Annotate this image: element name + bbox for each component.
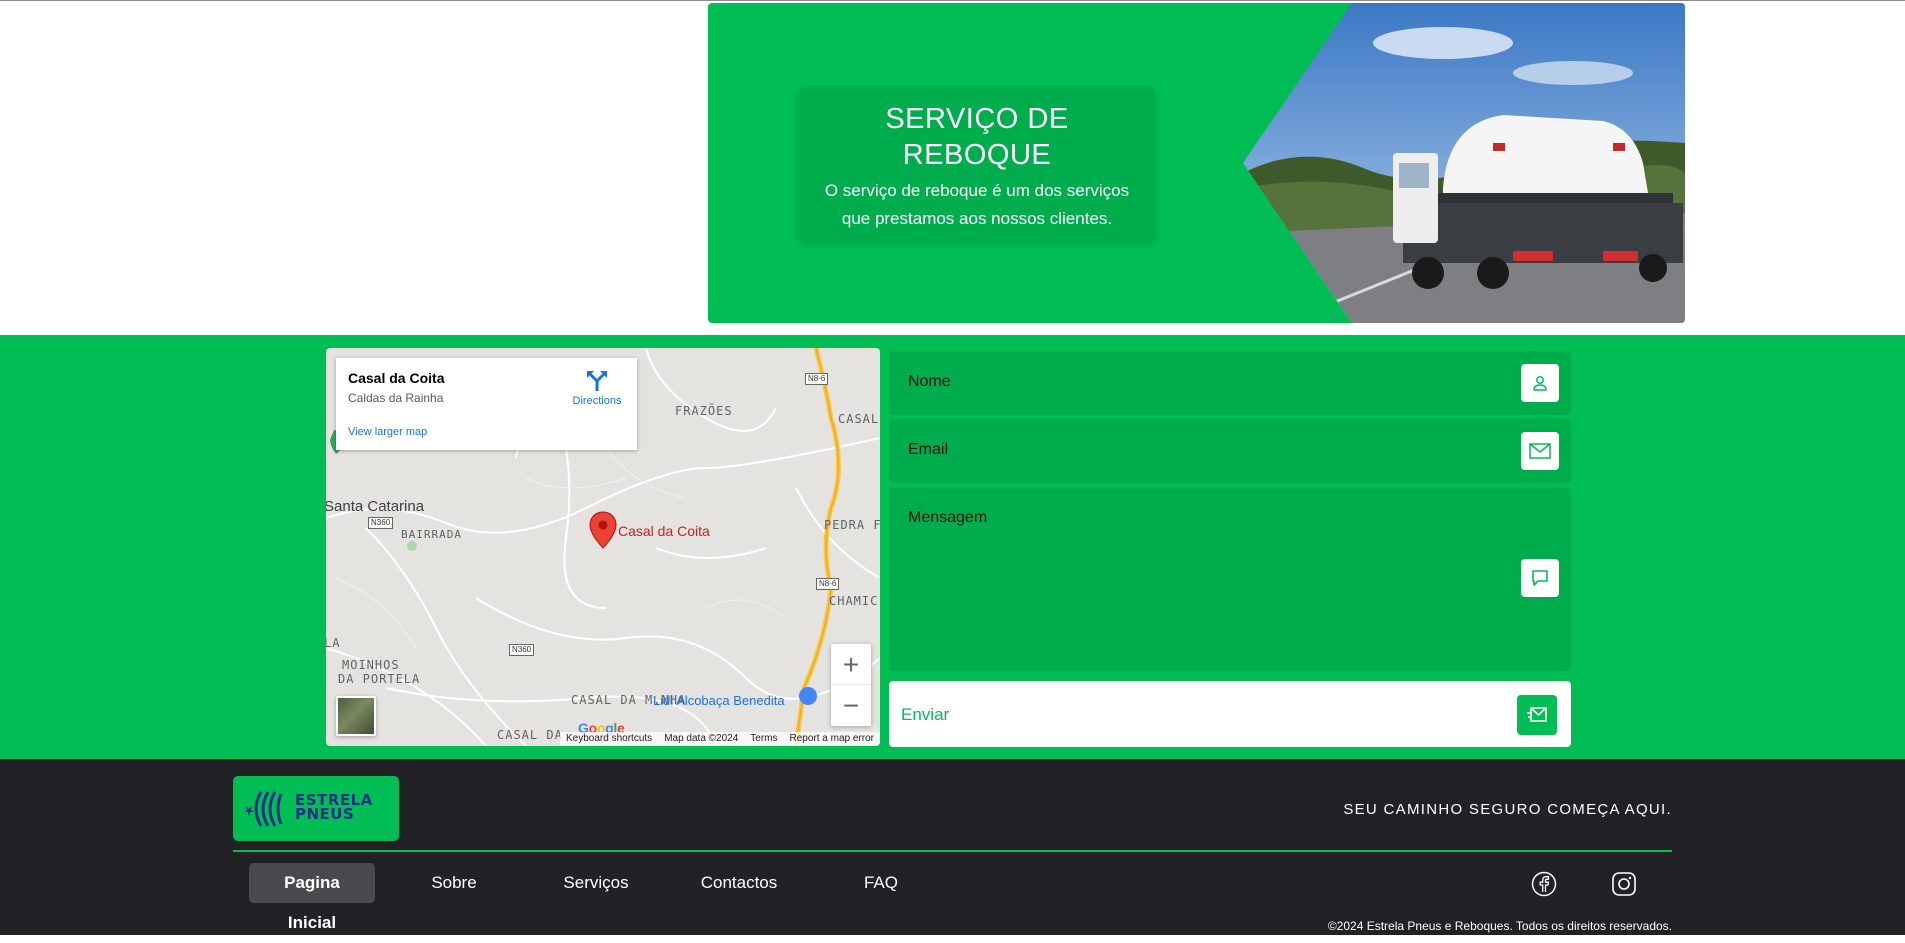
place-info-card: Casal da Coita Caldas da Rainha Directio… [336,358,637,450]
map-attribution: Keyboard shortcuts Map data ©2024 Terms … [560,732,880,746]
location-pin-icon[interactable] [589,511,617,549]
hero-description: O serviço de reboque é um dos serviços q… [824,181,1130,228]
map-label-moinhos: MOINHOS [342,658,400,672]
poi-lidl[interactable]: Lidl Alcobaça Benedita [653,693,785,708]
pin-label[interactable]: Casal da Coita [618,523,710,539]
send-button[interactable]: Enviar [889,681,1571,747]
instagram-icon[interactable] [1611,871,1637,897]
facebook-icon[interactable] [1531,871,1557,897]
nav-services[interactable]: Serviços [552,863,640,903]
user-icon [1521,364,1559,402]
logo-text: ESTRELA PNEUS [295,793,373,823]
map-label-la: LA [326,636,341,650]
map-label-santa-catarina: Santa Catarina [326,498,425,515]
map-label-casal: CASAL [838,412,880,426]
road-tag-n360: N360 [509,644,535,656]
embedded-map[interactable]: FRAZÕES CASAL Santa Catarina BAIRRADA PE… [326,348,880,746]
towing-service-banner: SERVIÇO DE REBOQUE O serviço de reboque … [708,3,1685,323]
nav-about[interactable]: Sobre [418,863,490,903]
nav-home[interactable]: Pagina Inicial [249,863,375,932]
road-tag-n360: N360 [368,517,394,529]
hero-card: SERVIÇO DE REBOQUE O serviço de reboque … [799,87,1155,241]
top-border [0,0,1905,1]
shopping-cart-icon[interactable] [799,687,817,705]
directions-button[interactable]: Directions [561,370,633,407]
name-field[interactable]: Nome [889,351,1571,415]
map-label-bairrada: BAIRRADA [401,528,462,541]
road-tag-n86: N8-6 [816,578,840,590]
map-label-da-portela: DA PORTELA [338,672,421,686]
zoom-controls: + − [831,644,871,726]
send-label: Enviar [901,705,950,724]
view-larger-map-link[interactable]: View larger map [348,426,427,438]
map-label-chamic: CHAMIC [829,594,879,608]
tow-truck-photo [1243,3,1685,323]
name-placeholder: Nome [908,373,951,390]
tagline: SEU CAMINHO SEGURO COMEÇA AQUI. [1343,801,1672,818]
send-mail-icon [1517,695,1557,735]
estrela-pneus-logo[interactable]: ESTRELA PNEUS [233,776,399,841]
map-layer-toggle[interactable] [336,696,376,736]
mail-icon [1521,432,1559,470]
hero-title: SERVIÇO DE REBOQUE [885,103,1069,171]
chat-icon [1521,559,1559,597]
zoom-out-button[interactable]: − [831,685,871,726]
message-placeholder: Mensagem [908,509,988,526]
site-footer: ESTRELA PNEUS SEU CAMINHO SEGURO COMEÇA … [0,759,1905,935]
keyboard-shortcuts-link[interactable]: Keyboard shortcuts [566,733,652,746]
star-tire-icon [244,791,283,827]
footer-divider [233,850,1672,852]
road-tag-n86: N8-6 [805,373,829,385]
nav-faq[interactable]: FAQ [858,863,904,903]
map-data-label: Map data ©2024 [664,733,739,744]
terms-link[interactable]: Terms [750,733,777,746]
email-field[interactable]: Email [889,419,1571,483]
nav-contacts[interactable]: Contactos [696,863,782,903]
directions-icon [587,371,607,391]
report-error-link[interactable]: Report a map error [790,733,874,746]
map-label-frazoes: FRAZÕES [675,404,733,418]
map-label-casal-da: CASAL DA [497,728,563,742]
logo-line-2: PNEUS [295,805,355,823]
map-label-pedra: PEDRA F [824,518,880,532]
message-field[interactable]: Mensagem [889,487,1571,671]
copyright: ©2024 Estrela Pneus e Reboques. Todos os… [1327,919,1672,933]
zoom-in-button[interactable]: + [831,644,871,685]
email-placeholder: Email [908,441,949,458]
directions-label: Directions [572,395,622,407]
